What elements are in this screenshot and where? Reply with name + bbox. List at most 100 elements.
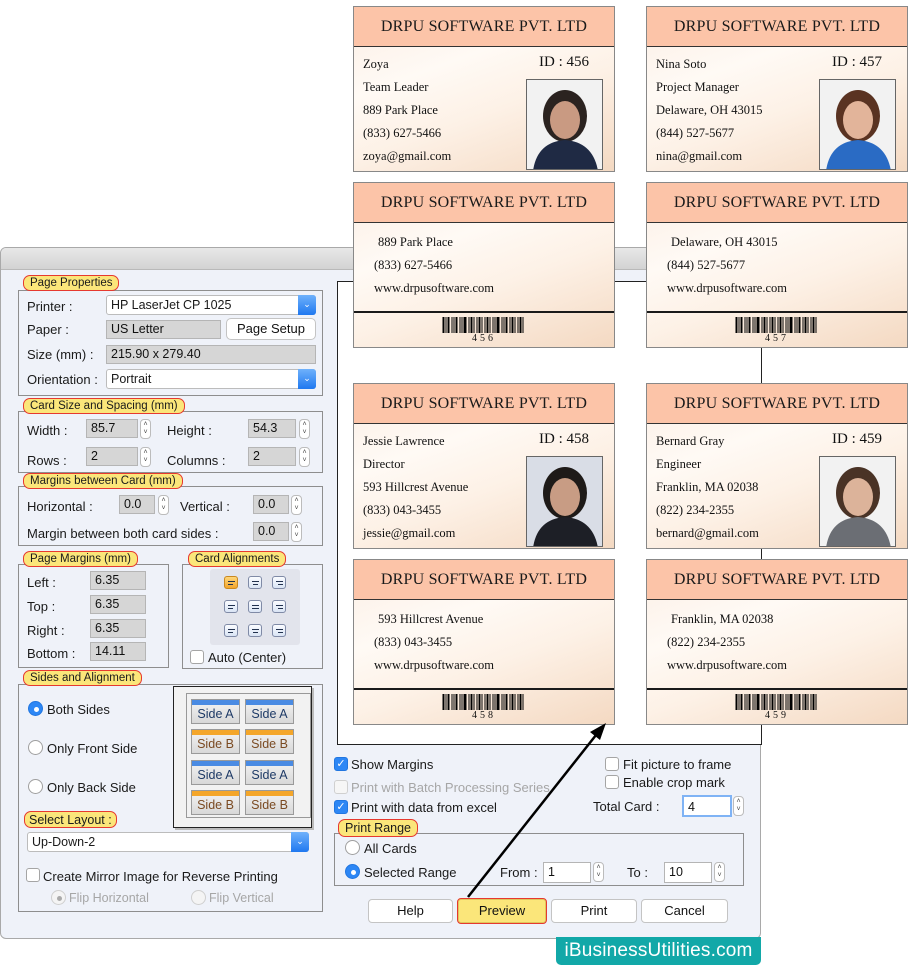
card-title: Project Manager [656, 80, 739, 94]
both-sides-label: Both Sides [47, 702, 110, 717]
align-top-left-button[interactable] [224, 576, 238, 589]
front-only-radio[interactable] [28, 740, 43, 755]
card-divider [354, 688, 614, 690]
flip-horizontal-radio[interactable] [51, 890, 66, 905]
align-bottom-center-button[interactable] [248, 624, 262, 637]
from-stepper[interactable]: ˄ ˅ [593, 862, 604, 882]
height-field[interactable]: 54.3 [248, 419, 296, 438]
card-back-phone: (844) 527-5677 [667, 258, 746, 272]
back-only-radio[interactable] [28, 779, 43, 794]
card-title: Team Leader [363, 80, 429, 94]
auto-center-checkbox[interactable] [190, 650, 204, 664]
align-middle-center-button[interactable] [248, 600, 262, 613]
barcode-bar [804, 694, 807, 710]
horizontal-stepper[interactable]: ˄ ˅ [158, 495, 169, 515]
preview-button[interactable]: Preview [457, 898, 547, 924]
card-id: ID : 459 [832, 431, 882, 448]
barcode-bar [453, 694, 455, 710]
side-b-tile: Side B [191, 729, 240, 754]
align-middle-right-button[interactable] [272, 600, 286, 613]
top-margin-field[interactable]: 6.35 [90, 595, 146, 614]
barcode-bar [798, 694, 801, 710]
orientation-select[interactable]: Portrait ⌄ [106, 369, 316, 389]
help-button[interactable]: Help [368, 899, 453, 923]
barcode-bar [473, 317, 475, 333]
size-label: Size (mm) : [27, 347, 94, 362]
selected-range-radio[interactable] [345, 864, 360, 879]
printer-select[interactable]: HP LaserJet CP 1025 ⌄ [106, 295, 316, 315]
right-margin-field[interactable]: 6.35 [90, 619, 146, 638]
width-field[interactable]: 85.7 [86, 419, 138, 438]
flip-vertical-radio[interactable] [191, 890, 206, 905]
to-stepper[interactable]: ˄ ˅ [714, 862, 725, 882]
both-sides-radio[interactable] [28, 701, 43, 716]
to-field[interactable]: 10 [664, 862, 712, 883]
card-id-label: ID : [832, 54, 856, 70]
card-email: bernard@gmail.com [656, 526, 759, 540]
height-stepper[interactable]: ˄ ˅ [299, 419, 310, 439]
total-card-field[interactable]: 4 [682, 795, 732, 817]
card-phone: (833) 043-3455 [363, 503, 442, 517]
all-cards-radio[interactable] [345, 840, 360, 855]
barcode-bar [447, 694, 450, 710]
vertical-field[interactable]: 0.0 [253, 495, 289, 514]
card-back-website: www.drpusoftware.com [667, 281, 787, 295]
fit-picture-checkbox[interactable] [605, 757, 619, 771]
align-bottom-right-button[interactable] [272, 624, 286, 637]
both-sides-margin-field[interactable]: 0.0 [253, 522, 289, 541]
columns-field[interactable]: 2 [248, 447, 296, 466]
page-setup-button[interactable]: Page Setup [226, 318, 316, 340]
from-field[interactable]: 1 [543, 862, 591, 883]
barcode-bar [796, 694, 798, 710]
crop-mark-checkbox[interactable] [605, 775, 619, 789]
align-top-right-button[interactable] [272, 576, 286, 589]
barcode-bar [754, 694, 756, 710]
paper-field: US Letter [106, 320, 221, 339]
card-divider [354, 311, 614, 313]
card-phone: (844) 527-5677 [656, 126, 735, 140]
card-title: Director [363, 457, 405, 471]
employee-photo [819, 456, 896, 547]
align-bottom-left-button[interactable] [224, 624, 238, 637]
align-middle-left-button[interactable] [224, 600, 238, 613]
barcode-bar [769, 694, 771, 710]
fit-picture-label: Fit picture to frame [623, 757, 732, 772]
card-address: Delaware, OH 43015 [656, 103, 763, 117]
barcode-bar [461, 694, 463, 710]
batch-checkbox[interactable] [334, 780, 348, 794]
alignment-grid [210, 569, 300, 645]
barcode-bar [763, 317, 766, 333]
total-card-stepper[interactable]: ˄ ˅ [733, 796, 744, 816]
show-margins-checkbox[interactable]: ✓ [334, 757, 348, 771]
page-properties-legend: Page Properties [23, 275, 120, 291]
barcode-bar [461, 317, 463, 333]
show-margins-label: Show Margins [351, 757, 434, 772]
barcode-bar [777, 317, 779, 333]
align-top-center-button[interactable] [248, 576, 262, 589]
card-email: nina@gmail.com [656, 149, 743, 163]
mirror-checkbox[interactable] [26, 868, 40, 882]
both-sides-margin-stepper[interactable]: ˄ ˅ [291, 522, 302, 542]
barcode-bar [445, 317, 447, 333]
barcode-bar [746, 694, 748, 710]
card-company-header: DRPU SOFTWARE PVT. LTD [354, 384, 614, 424]
width-stepper[interactable]: ˄ ˅ [140, 419, 151, 439]
rows-stepper[interactable]: ˄ ˅ [140, 447, 151, 467]
barcode-bar [735, 317, 738, 333]
id-card-back: DRPU SOFTWARE PVT. LTD Delaware, OH 43015… [646, 182, 908, 348]
print-button[interactable]: Print [551, 899, 637, 923]
barcode-bar [779, 317, 782, 333]
bottom-margin-field[interactable]: 14.11 [90, 642, 146, 661]
layout-select[interactable]: Up-Down-2 ⌄ [27, 832, 309, 852]
orientation-value: Portrait [111, 372, 152, 386]
rows-field[interactable]: 2 [86, 447, 138, 466]
columns-stepper[interactable]: ˄ ˅ [299, 447, 310, 467]
horizontal-field[interactable]: 0.0 [119, 495, 155, 514]
vertical-stepper[interactable]: ˄ ˅ [291, 495, 302, 515]
card-divider [647, 688, 907, 690]
left-margin-field[interactable]: 6.35 [90, 571, 146, 590]
layout-value: Up-Down-2 [32, 835, 96, 849]
barcode-bar [740, 694, 743, 710]
excel-checkbox[interactable]: ✓ [334, 800, 348, 814]
cancel-button[interactable]: Cancel [641, 899, 728, 923]
